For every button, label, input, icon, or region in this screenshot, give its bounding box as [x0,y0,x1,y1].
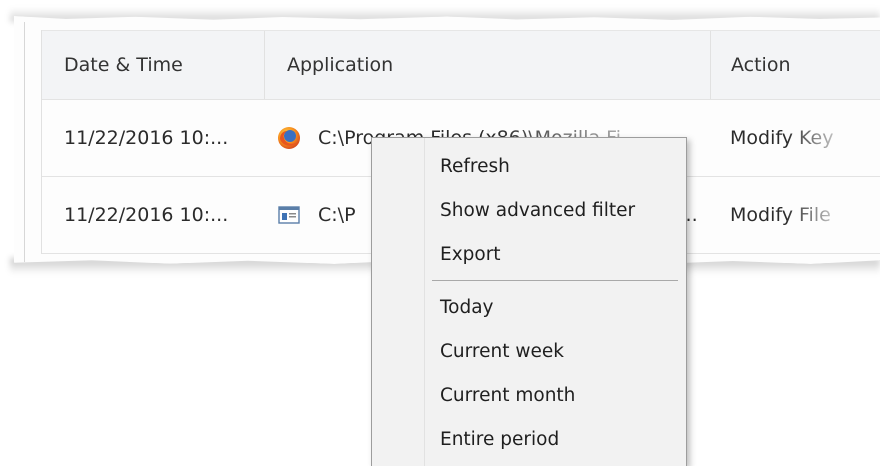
window-app-icon [276,202,302,228]
menu-item-export[interactable]: Export [440,240,670,270]
menu-separator [432,280,678,281]
column-header-action[interactable]: Action [710,31,880,99]
table-header: Date & Time Application Action [42,30,880,100]
menu-item-entire-period[interactable]: Entire period [440,425,670,455]
menu-gutter [424,138,425,466]
action-cell: Modify Key [710,100,880,176]
application-path-tail: .. [685,204,698,226]
action-text: Modify File [730,204,831,226]
firefox-icon [276,125,302,151]
datetime-cell: 11/22/2016 10:... [64,127,229,149]
action-cell: Modify File [710,177,880,253]
menu-item-refresh[interactable]: Refresh [440,152,670,182]
menu-item-show-advanced-filter[interactable]: Show advanced filter [440,196,670,226]
left-border [24,22,25,262]
action-text: Modify Key [730,127,834,149]
menu-item-today[interactable]: Today [440,293,670,323]
column-header-application[interactable]: Application [264,31,710,99]
menu-item-current-month[interactable]: Current month [440,381,670,411]
column-header-date-time[interactable]: Date & Time [42,31,264,99]
menu-item-current-week[interactable]: Current week [440,337,670,367]
context-menu: Refresh Show advanced filter Export Toda… [371,137,687,466]
datetime-cell: 11/22/2016 10:... [64,204,229,226]
application-path: C:\P [318,204,356,226]
